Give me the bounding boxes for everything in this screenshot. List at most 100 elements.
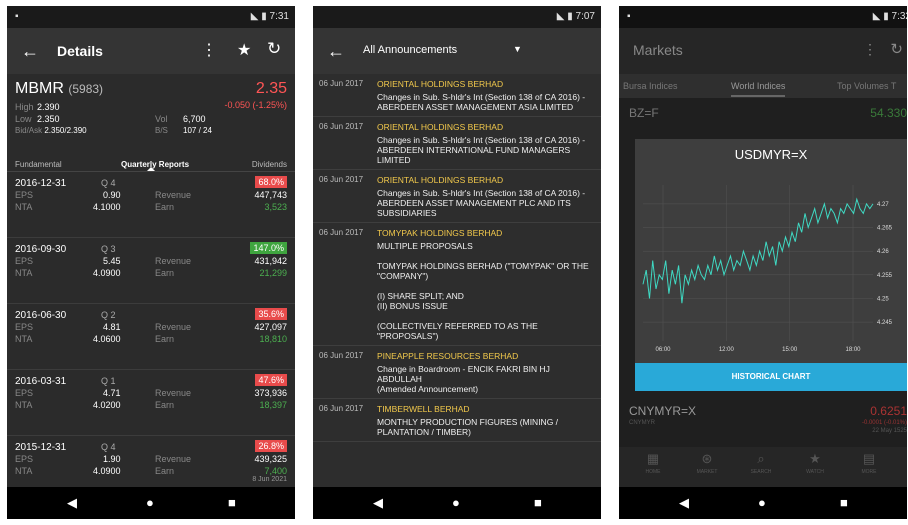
tab-dividends[interactable]: Dividends <box>252 160 287 169</box>
announcement-date: 06 Jun 2017 <box>319 122 364 131</box>
stock-number: (5983) <box>68 82 104 96</box>
nav-home-icon[interactable]: ● <box>146 495 154 510</box>
nav-home-label: HOME <box>645 469 661 475</box>
dropdown-caret-icon[interactable]: ▼ <box>513 44 522 54</box>
nav-home[interactable]: ▦ HOME <box>633 451 673 475</box>
nav-market[interactable]: ⊛ MARKET <box>687 451 727 475</box>
report-row[interactable]: 2016-12-31 Q 4 68.0% EPS 0.90 Revenue 447,743 N… <box>7 172 295 238</box>
nav-more[interactable]: ▤ MORE <box>849 451 889 475</box>
stock-change: -0.050 (-1.25%) <box>224 100 287 110</box>
bs-value: 107 / 24 <box>183 126 212 135</box>
report-date: 2016-12-31 <box>15 178 67 189</box>
bidask-value: 2.350/2.390 <box>44 126 87 135</box>
nav-search-label: SEARCH <box>750 469 772 475</box>
announcement-item[interactable]: 06 Jun 2017 PINEAPPLE RESOURCES BERHAD Cha… <box>313 346 601 399</box>
android-nav-bar: ◀ ● ■ <box>313 487 601 519</box>
nta-value: 4.0900 <box>93 466 121 476</box>
overflow-menu-icon[interactable]: ⋮ <box>863 41 877 58</box>
report-change-badge: 35.6% <box>255 308 287 320</box>
search-icon: ⌕ <box>757 451 765 466</box>
report-quarter: Q 3 <box>101 244 116 254</box>
reports-list: 2016-12-31 Q 4 68.0% EPS 0.90 Revenue 447,743 N… <box>7 172 295 502</box>
nav-back-icon[interactable]: ◀ <box>679 495 689 511</box>
tab-fundamental[interactable]: Fundamental <box>15 160 62 169</box>
vol-value: 6,700 <box>183 114 206 124</box>
earn-value: 21,299 <box>259 268 287 278</box>
historical-chart-button[interactable]: HISTORICAL CHART <box>635 363 907 391</box>
market-row-bzf[interactable]: BZ=F 54.330 <box>619 106 907 120</box>
chart-y-tick: 4.255 <box>877 273 893 279</box>
nav-recent-icon[interactable]: ■ <box>840 495 848 510</box>
refresh-icon[interactable]: ↻ <box>890 40 903 58</box>
report-change-badge: 47.6% <box>255 374 287 386</box>
report-row[interactable]: 2016-03-31 Q 1 47.6% EPS 4.71 Revenue 373,936 N… <box>7 370 295 436</box>
report-date: 2015-12-31 <box>15 442 67 453</box>
report-date: 2016-03-31 <box>15 376 67 387</box>
nav-recent-icon[interactable]: ■ <box>534 495 542 510</box>
announcement-filter[interactable]: All Announcements <box>363 44 457 56</box>
nta-value: 4.1000 <box>93 202 121 212</box>
announcement-item[interactable]: 06 Jun 2017 TOMYPAK HOLDINGS BERHAD MULTIP… <box>313 223 601 346</box>
announcement-item[interactable]: 06 Jun 2017 ORIENTAL HOLDINGS BERHAD Chang… <box>313 74 601 117</box>
chart-y-tick: 4.245 <box>877 320 893 326</box>
tab-bursa-indices[interactable]: Bursa Indices <box>623 81 678 91</box>
bottom-navigation: ▦ HOME ⊛ MARKET ⌕ SEARCH ★ WATCH ▤ MORE <box>619 447 907 487</box>
nta-value: 4.0600 <box>93 334 121 344</box>
announcement-body: Changes in Sub. S-hldr's Int (Section 13… <box>377 92 586 112</box>
earn-value: 3,523 <box>264 202 287 212</box>
market-row-cnymyr[interactable]: CNYMYR=X 0.6251 CNYMYR -0.0001 (-0.01%) … <box>619 404 907 434</box>
signal-icon: ◣ ▮ <box>250 11 267 22</box>
overflow-menu-icon[interactable]: ⋮ <box>201 40 217 60</box>
quote-panel: MBMR (5983) 2.35 -0.050 (-1.25%) High 2.3… <box>7 74 295 156</box>
announcement-item[interactable]: 06 Jun 2017 TIMBERWELL BERHAD MONTHLY PROD… <box>313 399 601 442</box>
nav-watch-label: WATCH <box>806 469 824 475</box>
tab-quarterly-reports[interactable]: Quarterly Reports <box>121 160 189 169</box>
earn-value: 18,397 <box>259 400 287 410</box>
star-icon[interactable]: ★ <box>237 40 251 60</box>
tab-world-indices[interactable]: World Indices <box>731 81 786 97</box>
app-bar: ← Details ⋮ ★ ↻ <box>7 28 295 74</box>
nav-back-icon[interactable]: ◀ <box>373 495 383 511</box>
report-change-badge: 26.8% <box>255 440 287 452</box>
back-arrow-icon[interactable]: ← <box>21 41 39 62</box>
low-value: 2.350 <box>37 114 60 124</box>
report-change-badge: 68.0% <box>255 176 287 188</box>
android-nav-bar: ◀ ● ■ <box>619 487 907 519</box>
nav-home-icon[interactable]: ● <box>758 495 766 510</box>
earn-label: Earn <box>155 334 175 344</box>
eps-value: 4.71 <box>103 388 121 398</box>
revenue-label: Revenue <box>155 454 192 464</box>
nta-label: NTA <box>15 268 33 278</box>
status-time: 7:07 <box>575 11 595 22</box>
nav-back-icon[interactable]: ◀ <box>67 495 77 511</box>
tab-indicator <box>147 167 155 171</box>
page-title: Markets <box>633 42 683 58</box>
refresh-icon[interactable]: ↻ <box>267 39 281 59</box>
nav-search[interactable]: ⌕ SEARCH <box>741 451 781 475</box>
revenue-label: Revenue <box>155 190 192 200</box>
tab-top-volumes[interactable]: Top Volumes T <box>837 81 896 91</box>
announcement-body: Change in Boardroom - ENCIK FAKRI BIN HJ… <box>377 364 550 394</box>
nav-watch[interactable]: ★ WATCH <box>795 451 835 475</box>
nav-home-icon[interactable]: ● <box>452 495 460 510</box>
vol-label: Vol <box>155 114 168 124</box>
chart-x-tick: 12:00 <box>719 347 735 353</box>
report-row[interactable]: 2016-09-30 Q 3 147.0% EPS 5.45 Revenue 431,942… <box>7 238 295 304</box>
chart-y-tick: 4.26 <box>877 249 889 255</box>
report-row[interactable]: 2016-06-30 Q 2 35.6% EPS 4.81 Revenue 427,097 N… <box>7 304 295 370</box>
eps-label: EPS <box>15 322 34 332</box>
stock-price: 2.35 <box>255 80 287 97</box>
nav-recent-icon[interactable]: ■ <box>228 495 236 510</box>
earn-label: Earn <box>155 202 175 212</box>
announcement-item[interactable]: 06 Jun 2017 ORIENTAL HOLDINGS BERHAD Chang… <box>313 117 601 170</box>
bidask-label: Bid/Ask <box>15 126 43 135</box>
back-arrow-icon[interactable]: ← <box>327 41 345 62</box>
signal-icon: ◣ ▮ <box>556 11 573 22</box>
eps-value: 1.90 <box>103 454 121 464</box>
chart-x-tick: 06:00 <box>655 347 671 353</box>
announcements-screen: ◣ ▮ 7:07 ← All Announcements ▼ 06 Jun 20… <box>313 6 601 519</box>
nta-value: 4.0200 <box>93 400 121 410</box>
report-quarter: Q 1 <box>101 376 116 386</box>
earn-value: 7,400 <box>264 466 287 476</box>
announcement-item[interactable]: 06 Jun 2017 ORIENTAL HOLDINGS BERHAD Chang… <box>313 170 601 223</box>
